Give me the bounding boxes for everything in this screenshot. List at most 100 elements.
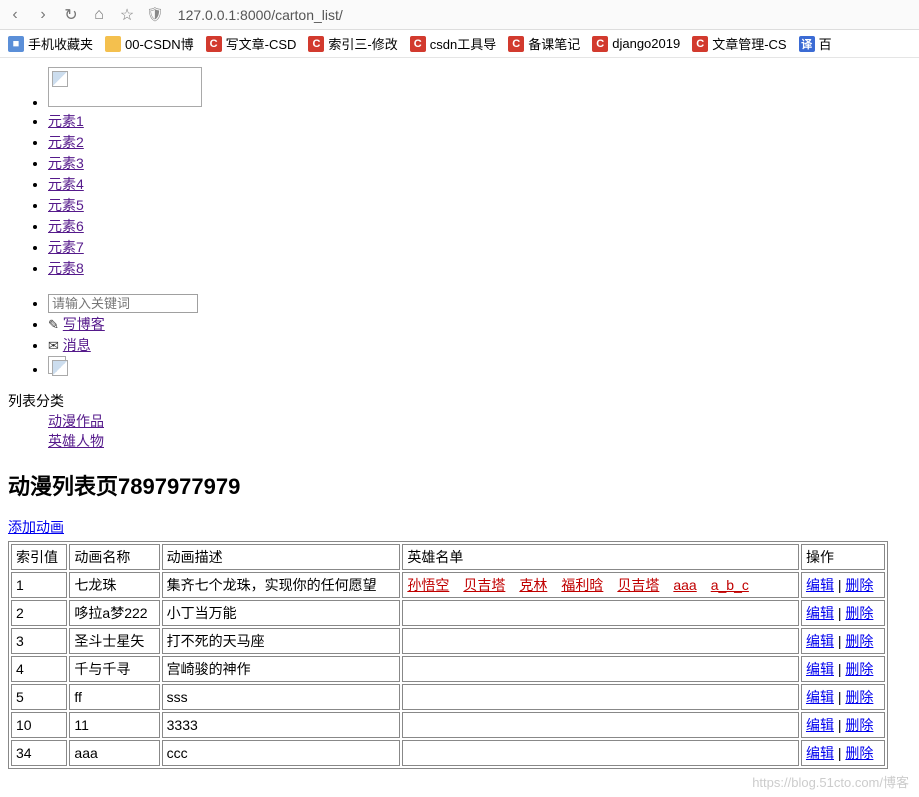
bookmark-icon: C bbox=[692, 36, 708, 52]
table-body: 1七龙珠集齐七个龙珠，实现你的任何愿望孙悟空贝吉塔克林福利晗贝吉塔aaaa_b_… bbox=[11, 572, 885, 766]
table-row: 5ffsss编辑 | 删除 bbox=[11, 684, 885, 710]
write-blog-link[interactable]: 写博客 bbox=[63, 316, 105, 332]
edit-link[interactable]: 编辑 bbox=[806, 717, 834, 733]
add-anime-link[interactable]: 添加动画 bbox=[8, 519, 64, 535]
hero-link[interactable]: 克林 bbox=[519, 577, 547, 593]
nav-link[interactable]: 元素8 bbox=[48, 260, 84, 276]
bookmark-item[interactable]: C备课笔记 bbox=[508, 34, 580, 53]
hero-link[interactable]: 孙悟空 bbox=[407, 577, 449, 593]
hero-link[interactable]: 贝吉塔 bbox=[463, 577, 505, 593]
table-cell: 宫崎骏的神作 bbox=[162, 656, 401, 682]
nav-items: 元素1 元素2 元素3 元素4 元素5 元素6 元素7 元素8 bbox=[8, 111, 911, 278]
category-link[interactable]: 英雄人物 bbox=[48, 431, 104, 451]
delete-link[interactable]: 删除 bbox=[845, 661, 873, 677]
nav-item: 元素8 bbox=[48, 258, 911, 278]
bookmark-item[interactable]: C文章管理-CS bbox=[692, 34, 786, 53]
table-cell: ccc bbox=[162, 740, 401, 766]
bookmark-item[interactable]: Cdjango2019 bbox=[592, 36, 680, 52]
favorite-button[interactable]: ☆ bbox=[118, 5, 136, 25]
table-cell: 圣斗士星矢 bbox=[69, 628, 159, 654]
ops-cell: 编辑 | 删除 bbox=[801, 572, 885, 598]
category-link[interactable]: 动漫作品 bbox=[48, 411, 104, 431]
heroes-cell bbox=[402, 740, 799, 766]
nav-link[interactable]: 元素4 bbox=[48, 176, 84, 192]
table-cell: 1 bbox=[11, 572, 67, 598]
tools-list: ✎ 写博客 ✉ 消息 bbox=[8, 294, 911, 377]
edit-link[interactable]: 编辑 bbox=[806, 745, 834, 761]
delete-link[interactable]: 删除 bbox=[845, 577, 873, 593]
table-cell: aaa bbox=[69, 740, 159, 766]
nav-link[interactable]: 元素6 bbox=[48, 218, 84, 234]
delete-link[interactable]: 删除 bbox=[845, 689, 873, 705]
hero-link[interactable]: 福利晗 bbox=[561, 577, 603, 593]
ops-cell: 编辑 | 删除 bbox=[801, 656, 885, 682]
bookmark-icon: C bbox=[206, 36, 222, 52]
forward-button[interactable]: › bbox=[34, 6, 52, 24]
search-input[interactable] bbox=[48, 294, 198, 313]
heroes-cell: 孙悟空贝吉塔克林福利晗贝吉塔aaaa_b_c bbox=[402, 572, 799, 598]
bookmark-icon: C bbox=[592, 36, 608, 52]
address-bar[interactable]: 127.0.0.1:8000/carton_list/ bbox=[174, 7, 913, 23]
bookmark-label: csdn工具导 bbox=[430, 34, 496, 53]
bookmark-item[interactable]: 译百 bbox=[799, 34, 832, 53]
op-separator: | bbox=[834, 689, 845, 705]
table-row: 10113333编辑 | 删除 bbox=[11, 712, 885, 738]
nav-link[interactable]: 元素5 bbox=[48, 197, 84, 213]
category-list: 动漫作品英雄人物 bbox=[8, 411, 911, 451]
edit-link[interactable]: 编辑 bbox=[806, 605, 834, 621]
bookmark-label: 手机收藏夹 bbox=[28, 34, 93, 53]
nav-link[interactable]: 元素1 bbox=[48, 113, 84, 129]
reload-button[interactable]: ↻ bbox=[62, 5, 80, 25]
edit-link[interactable]: 编辑 bbox=[806, 661, 834, 677]
envelope-icon: ✉ bbox=[48, 338, 59, 353]
bookmark-icon: 译 bbox=[799, 36, 815, 52]
table-header-cell: 动画描述 bbox=[162, 544, 401, 570]
delete-link[interactable]: 删除 bbox=[845, 605, 873, 621]
delete-link[interactable]: 删除 bbox=[845, 717, 873, 733]
messages-link[interactable]: 消息 bbox=[63, 337, 91, 353]
bookmark-item[interactable]: C索引三-修改 bbox=[308, 34, 397, 53]
hero-link[interactable]: aaa bbox=[673, 577, 696, 593]
nav-link[interactable]: 元素3 bbox=[48, 155, 84, 171]
nav-link[interactable]: 元素7 bbox=[48, 239, 84, 255]
table-cell: 4 bbox=[11, 656, 67, 682]
heroes-cell bbox=[402, 656, 799, 682]
heroes-cell bbox=[402, 600, 799, 626]
browser-toolbar: ‹ › ↻ ⌂ ☆ 🛡 127.0.0.1:8000/carton_list/ bbox=[0, 0, 919, 30]
table-cell: ff bbox=[69, 684, 159, 710]
nav-item: 元素7 bbox=[48, 237, 911, 257]
op-separator: | bbox=[834, 633, 845, 649]
delete-link[interactable]: 删除 bbox=[845, 745, 873, 761]
bookmark-item[interactable]: ■手机收藏夹 bbox=[8, 34, 93, 53]
edit-link[interactable]: 编辑 bbox=[806, 577, 834, 593]
heroes-cell bbox=[402, 628, 799, 654]
avatar-item bbox=[48, 356, 911, 377]
bookmark-item[interactable]: 00-CSDN博 bbox=[105, 34, 194, 53]
edit-link[interactable]: 编辑 bbox=[806, 689, 834, 705]
op-separator: | bbox=[834, 745, 845, 761]
bookmark-item[interactable]: C写文章-CSD bbox=[206, 34, 297, 53]
table-header-cell: 英雄名单 bbox=[402, 544, 799, 570]
table-cell: 小丁当万能 bbox=[162, 600, 401, 626]
back-button[interactable]: ‹ bbox=[6, 6, 24, 24]
delete-link[interactable]: 删除 bbox=[845, 633, 873, 649]
hero-link[interactable]: a_b_c bbox=[711, 577, 749, 593]
anime-table: 索引值动画名称动画描述英雄名单操作 1七龙珠集齐七个龙珠，实现你的任何愿望孙悟空… bbox=[8, 541, 888, 769]
home-button[interactable]: ⌂ bbox=[90, 6, 108, 24]
op-separator: | bbox=[834, 717, 845, 733]
table-cell: 3 bbox=[11, 628, 67, 654]
ops-cell: 编辑 | 删除 bbox=[801, 628, 885, 654]
edit-link[interactable]: 编辑 bbox=[806, 633, 834, 649]
nav-link[interactable]: 元素2 bbox=[48, 134, 84, 150]
bookmark-label: 00-CSDN博 bbox=[125, 34, 194, 53]
shield-icon: 🛡 bbox=[146, 6, 164, 23]
table-cell: 千与千寻 bbox=[69, 656, 159, 682]
table-cell: 3333 bbox=[162, 712, 401, 738]
table-cell: 5 bbox=[11, 684, 67, 710]
table-cell: 11 bbox=[69, 712, 159, 738]
table-row: 34aaaccc编辑 | 删除 bbox=[11, 740, 885, 766]
table-row: 3圣斗士星矢打不死的天马座编辑 | 删除 bbox=[11, 628, 885, 654]
bookmark-item[interactable]: Ccsdn工具导 bbox=[410, 34, 496, 53]
hero-link[interactable]: 贝吉塔 bbox=[617, 577, 659, 593]
heroes-cell bbox=[402, 712, 799, 738]
